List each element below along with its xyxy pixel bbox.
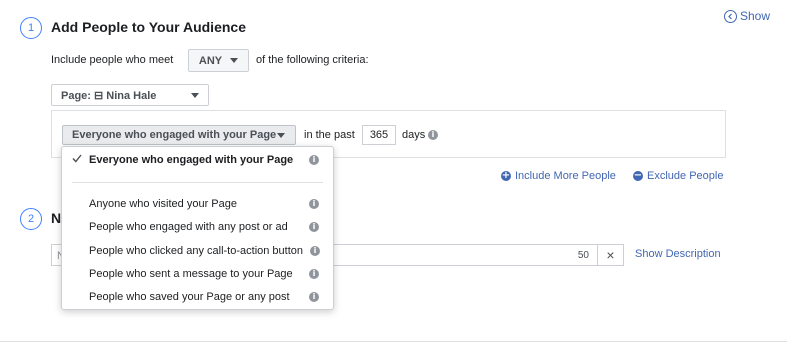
- char-count: 50: [577, 250, 589, 261]
- engagement-value: Everyone who engaged with your Page: [72, 129, 277, 141]
- step-2-title: N: [51, 210, 62, 226]
- bottom-divider: [0, 341, 787, 342]
- dropdown-item-label: People who sent a message to your Page: [89, 268, 293, 280]
- days-value: 365: [369, 129, 389, 141]
- dropdown-item-label: Anyone who visited your Page: [89, 198, 237, 210]
- include-more-label: Include More People: [515, 170, 616, 182]
- clear-name-button[interactable]: ×: [597, 244, 624, 266]
- info-icon[interactable]: i: [309, 155, 319, 165]
- include-suffix: of the following criteria:: [256, 54, 369, 66]
- chevron-circle-icon: [724, 9, 737, 23]
- info-icon[interactable]: i: [309, 269, 319, 279]
- dropdown-item[interactable]: People who sent a message to your Page i: [62, 263, 333, 285]
- show-description-button[interactable]: Show Description: [635, 248, 721, 260]
- exclude-people-button[interactable]: − Exclude People: [633, 170, 723, 182]
- plus-circle-icon: +: [501, 170, 511, 181]
- check-icon: [72, 154, 82, 166]
- days-label: days: [402, 129, 426, 141]
- show-description-label: Show Description: [635, 248, 721, 260]
- days-input[interactable]: 365: [362, 125, 396, 145]
- dropdown-item[interactable]: Anyone who visited your Page i: [62, 193, 333, 215]
- source-value: Page: ⊟ Nina Hale: [61, 89, 157, 102]
- info-icon[interactable]: i: [309, 199, 319, 209]
- step-1-circle: 1: [20, 17, 42, 39]
- show-button[interactable]: Show: [724, 9, 770, 23]
- info-icon[interactable]: i: [309, 292, 319, 302]
- in-the-past-label: in the past: [304, 129, 355, 141]
- step-1-number: 1: [27, 22, 35, 34]
- info-icon[interactable]: i: [310, 246, 320, 256]
- caret-down-icon: [230, 58, 239, 63]
- show-label: Show: [740, 9, 771, 23]
- dropdown-item[interactable]: People who clicked any call-to-action bu…: [62, 240, 333, 262]
- engagement-select[interactable]: Everyone who engaged with your Page: [62, 125, 296, 145]
- include-more-people-button[interactable]: + Include More People: [501, 170, 616, 182]
- dropdown-item-label: Everyone who engaged with your Page: [89, 154, 294, 166]
- step-2-number: 2: [27, 213, 35, 225]
- match-mode-value: ANY: [198, 54, 223, 67]
- step-1-title: Add People to Your Audience: [51, 19, 246, 35]
- dropdown-item-label: People who saved your Page or any post: [89, 291, 290, 303]
- exclude-label: Exclude People: [647, 170, 724, 182]
- dropdown-divider: [72, 182, 323, 183]
- info-icon[interactable]: i: [309, 222, 319, 232]
- step-2-circle: 2: [20, 208, 42, 230]
- close-icon: ×: [606, 247, 615, 263]
- dropdown-item-label: People who engaged with any post or ad: [89, 221, 288, 233]
- dropdown-item[interactable]: People who engaged with any post or ad i: [62, 216, 333, 238]
- minus-circle-icon: −: [633, 170, 643, 181]
- dropdown-item-label: People who clicked any call-to-action bu…: [89, 245, 304, 257]
- dropdown-item[interactable]: People who saved your Page or any post i: [62, 286, 333, 308]
- caret-down-icon: [277, 133, 285, 138]
- include-prefix: Include people who meet: [51, 54, 174, 66]
- caret-down-icon: [191, 93, 199, 98]
- source-select[interactable]: Page: ⊟ Nina Hale: [51, 84, 209, 106]
- match-mode-select[interactable]: ANY: [188, 49, 249, 72]
- info-icon[interactable]: i: [428, 130, 438, 140]
- engagement-dropdown-menu: Everyone who engaged with your Page i An…: [61, 146, 334, 310]
- dropdown-item-selected[interactable]: Everyone who engaged with your Page i: [62, 149, 333, 171]
